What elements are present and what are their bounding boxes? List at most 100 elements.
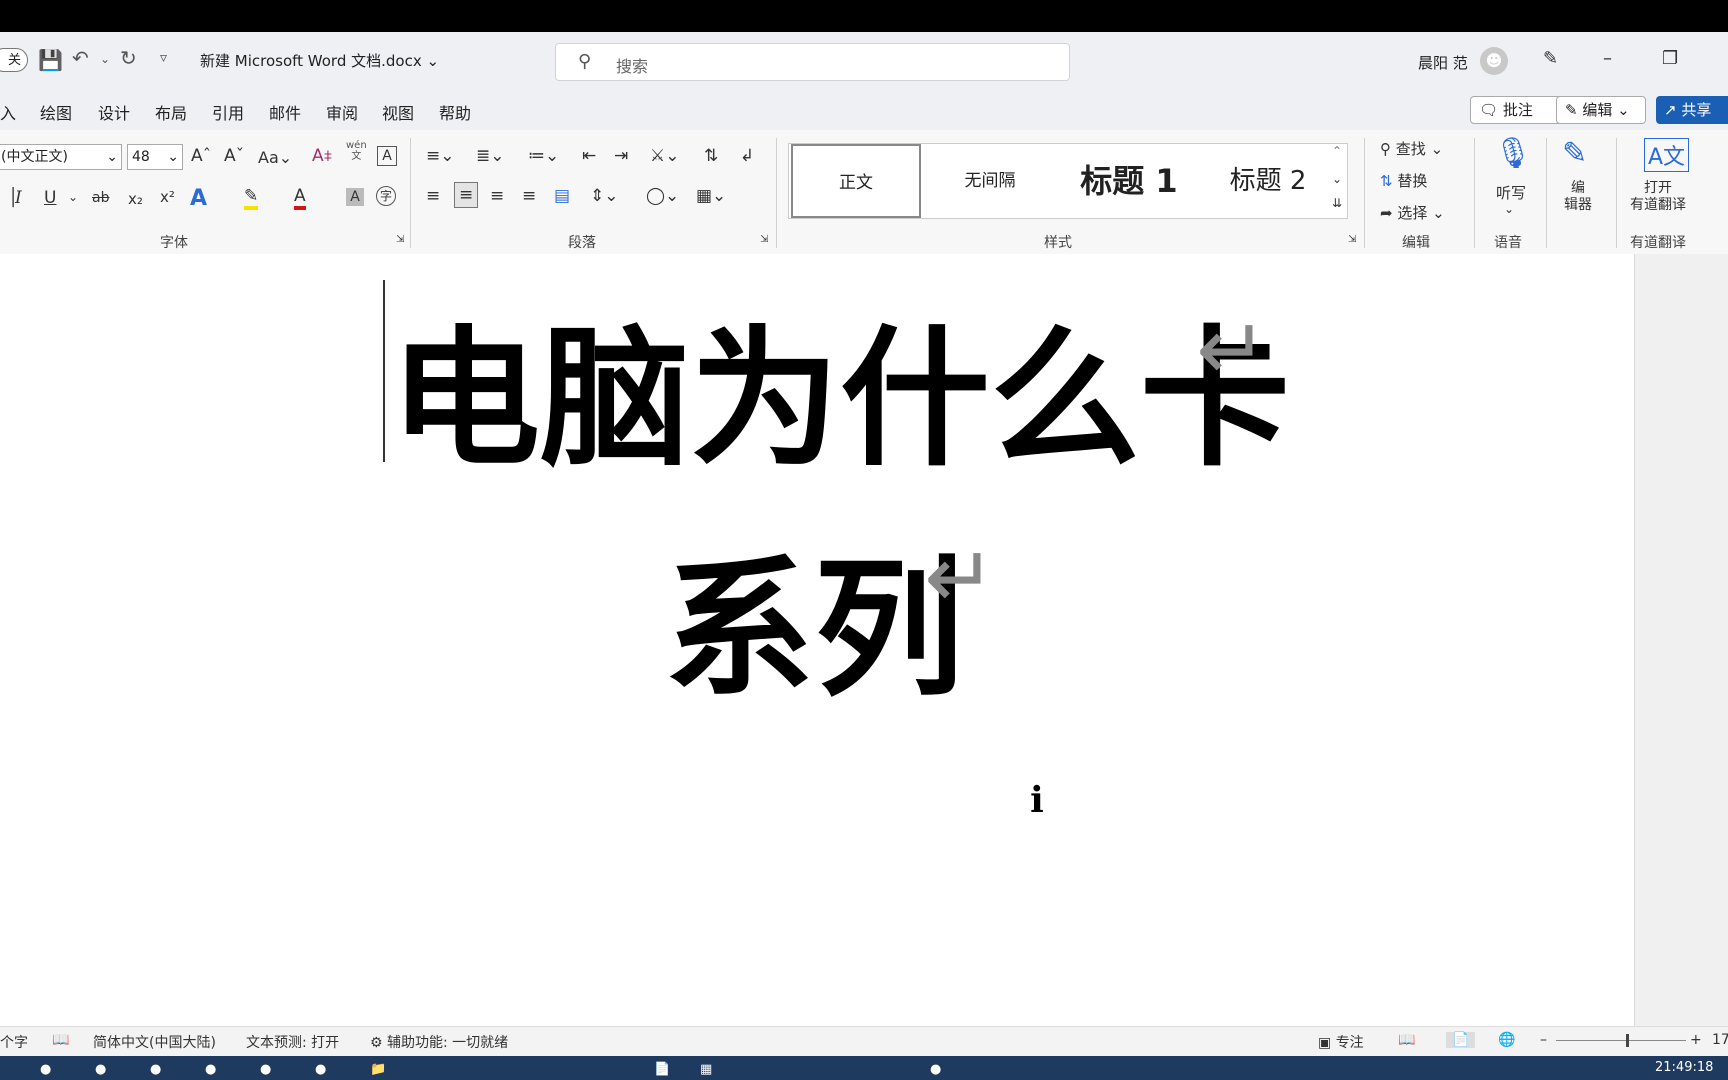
sort-icon[interactable]: ⇅ [704,146,718,166]
tab-help[interactable]: 帮助 [439,100,471,124]
file-icon[interactable]: 📄 [654,1062,670,1077]
tab-view[interactable]: 视图 [382,100,414,124]
grow-font-icon[interactable]: Aˆ [191,146,211,166]
chevron-down-icon[interactable]: ⌄ [68,190,78,204]
dictate-button[interactable]: 听写 [1496,182,1526,203]
distributed-icon[interactable]: ▤ [554,186,570,206]
comment-button[interactable]: 🗨 批注 [1470,96,1562,124]
app-icon[interactable]: ● [930,1062,941,1077]
app-icon[interactable]: ● [150,1062,161,1077]
text-effects-icon[interactable]: A [190,186,207,211]
strikethrough-icon[interactable]: ab [92,190,109,206]
folder-icon[interactable]: 📁 [370,1062,386,1077]
font-dialog-launcher-icon[interactable]: ⇲ [396,234,404,245]
tab-design[interactable]: 设计 [98,100,130,124]
avatar[interactable]: ☻ [1480,47,1508,75]
right-scroll-area[interactable] [1634,254,1728,1026]
minimize-icon[interactable]: – [1603,48,1612,69]
print-layout-icon[interactable]: 📄 [1446,1032,1476,1048]
align-right-icon[interactable]: ≡ [490,186,504,206]
heading-line-1[interactable]: 电脑为什么卡 [390,278,1290,495]
heading-line-2[interactable]: 系列 [664,508,964,725]
app-icon[interactable]: ● [40,1062,51,1077]
clear-format-icon[interactable]: A⧧ [312,146,332,166]
underline-icon[interactable]: U [44,188,56,208]
style-no-spacing[interactable]: 无间隔 [925,144,1055,218]
phonetic-guide-icon[interactable]: wén 文 [346,140,367,162]
show-marks-icon[interactable]: ↲ [740,146,754,166]
search-box[interactable]: ⚲ 搜索 [555,43,1070,81]
edit-mode-button[interactable]: ✎ 编辑 ⌄ [1556,96,1646,124]
youdao-translate-button[interactable]: 打开 有道翻译 [1630,180,1686,214]
tab-draw[interactable]: 绘图 [40,100,72,124]
borders-icon[interactable]: ▦⌄ [696,186,726,206]
share-button[interactable]: ↗ 共享 [1656,96,1728,124]
tab-insert[interactable]: 入 [0,100,16,124]
save-icon[interactable]: 💾 [38,48,63,72]
paragraph-dialog-launcher-icon[interactable]: ⇲ [760,234,768,245]
text-prediction-status[interactable]: 文本预测: 打开 [246,1032,339,1052]
font-size-combo[interactable]: 48 ⌄ [127,144,183,170]
web-layout-icon[interactable]: 🌐 [1498,1032,1515,1048]
shrink-font-icon[interactable]: Aˇ [224,146,244,166]
zoom-slider[interactable] [1556,1040,1686,1041]
asian-layout-icon[interactable]: ⚔⌄ [650,146,679,166]
style-heading-2[interactable]: 标题 2 [1203,144,1333,218]
redo-icon[interactable]: ↻ [120,46,137,70]
customize-toolbar-icon[interactable]: ▿ [160,50,167,66]
language-status[interactable]: 简体中文(中国大陆) [93,1032,216,1052]
editor-button[interactable]: 编 辑器 [1564,180,1592,214]
styles-more-icon[interactable]: ⇊ [1332,196,1342,210]
align-left-icon[interactable]: ≡ [426,186,440,206]
char-shading-icon[interactable]: A [346,188,364,206]
select-button[interactable]: ➦ 选择 ⌄ [1380,202,1445,223]
font-name-combo[interactable]: (中文正文) ⌄ [0,144,122,170]
proofing-icon[interactable]: 📖 [52,1032,69,1048]
numbering-icon[interactable]: ≣⌄ [476,146,505,166]
word-icon[interactable]: ▦ [700,1062,712,1077]
styles-scroll-up-icon[interactable]: ⌃ [1332,144,1342,158]
superscript-icon[interactable]: x² [160,188,175,206]
decrease-indent-icon[interactable]: ⇤ [582,146,596,166]
justify-icon[interactable]: ≡ [522,186,536,206]
user-name[interactable]: 晨阳 范 [1418,52,1468,73]
tab-mailings[interactable]: 邮件 [269,100,301,124]
change-case-icon[interactable]: Aa⌄ [258,148,292,167]
shading-icon[interactable]: ◯⌄ [646,186,679,206]
replace-button[interactable]: ⇅ 替换 [1380,170,1427,191]
style-normal[interactable]: 正文 [791,144,921,218]
tab-layout[interactable]: 布局 [155,100,187,124]
chevron-down-icon[interactable]: ⌄ [1504,202,1514,216]
bullets-icon[interactable]: ≡⌄ [426,146,455,166]
zoom-in-icon[interactable]: + [1690,1032,1702,1048]
translate-icon[interactable]: A文 [1644,138,1690,172]
line-spacing-icon[interactable]: ⇕⌄ [590,186,619,206]
enclose-char-icon[interactable]: 字 [376,186,396,206]
chrome-icon[interactable]: ● [205,1062,216,1077]
restore-icon[interactable]: ❐ [1662,48,1678,69]
zoom-level[interactable]: 17 [1712,1032,1728,1048]
tab-references[interactable]: 引用 [212,100,244,124]
highlight-icon[interactable]: ✎ [244,186,259,210]
autosave-toggle[interactable]: 关 [0,48,28,72]
editor-icon[interactable]: ✎ [1562,136,1587,171]
read-mode-icon[interactable]: 📖 [1398,1032,1415,1048]
zoom-out-icon[interactable]: – [1540,1032,1547,1048]
char-border-icon[interactable]: A [377,146,397,166]
tab-review[interactable]: 审阅 [326,100,358,124]
italic-icon[interactable]: I [15,188,22,208]
edge-icon[interactable]: ● [260,1062,271,1077]
undo-dropdown-icon[interactable]: ⌄ [100,52,110,66]
microphone-icon[interactable]: 🎙 [1494,136,1532,171]
word-count[interactable]: 个字 [0,1032,28,1052]
styles-scroll-down-icon[interactable]: ⌄ [1332,172,1342,186]
increase-indent-icon[interactable]: ⇥ [614,146,628,166]
pen-icon[interactable]: ✎ [1543,48,1558,69]
zoom-slider-thumb[interactable] [1626,1034,1629,1047]
multilevel-list-icon[interactable]: ≔⌄ [528,146,559,166]
accessibility-status[interactable]: ⚙ 辅助功能: 一切就绪 [370,1032,508,1052]
styles-dialog-launcher-icon[interactable]: ⇲ [1348,234,1356,245]
app-icon[interactable]: ● [95,1062,106,1077]
style-heading-1[interactable]: 标题 1 [1059,144,1199,218]
font-color-icon[interactable]: A [294,186,306,210]
